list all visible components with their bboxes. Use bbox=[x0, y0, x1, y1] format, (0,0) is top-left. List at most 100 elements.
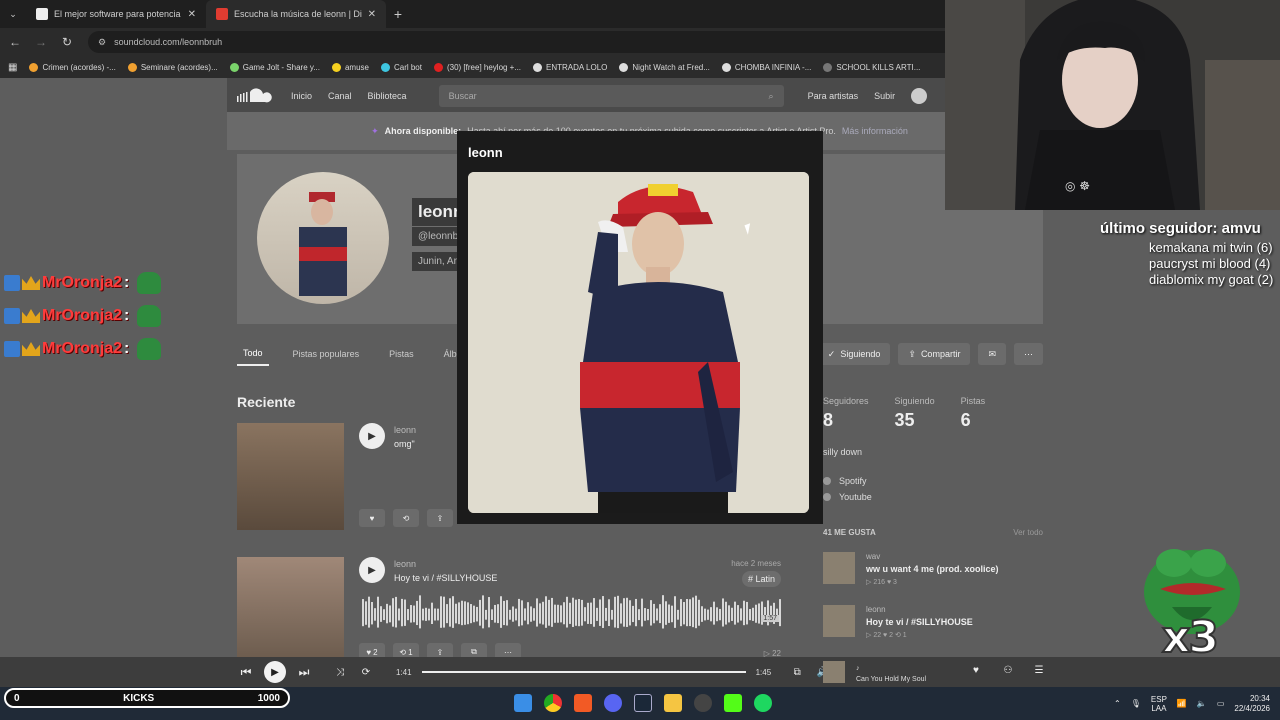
microphone-icon[interactable]: 🎙 bbox=[1131, 699, 1141, 708]
nav-canal[interactable]: Canal bbox=[328, 91, 352, 101]
site-info-icon[interactable]: ⚙ bbox=[98, 37, 106, 48]
track-title[interactable]: Hoy te vi / #SILLYHOUSE bbox=[394, 573, 497, 583]
new-tab-icon[interactable]: + bbox=[386, 6, 410, 22]
back-icon[interactable]: ← bbox=[6, 35, 24, 49]
tray-chevron-icon[interactable]: ⌃ bbox=[1114, 699, 1121, 708]
for-artists-link[interactable]: Para artistas bbox=[808, 91, 859, 101]
repeat-icon[interactable]: ⟳ bbox=[356, 667, 376, 678]
see-all-link[interactable]: Ver todo bbox=[1013, 528, 1043, 537]
spotify-icon[interactable] bbox=[754, 694, 772, 712]
tab-popular-tracks[interactable]: Pistas populares bbox=[287, 343, 366, 365]
bookmark-item[interactable]: CHOMBA INFINIA -... bbox=[721, 62, 811, 72]
liked-track-artwork[interactable] bbox=[823, 552, 855, 584]
more-button[interactable]: ⋯ bbox=[1014, 343, 1043, 365]
tab-close-icon[interactable]: ✕ bbox=[188, 9, 196, 20]
tab-search-icon[interactable]: ⌄ bbox=[0, 9, 26, 20]
shuffle-icon[interactable]: ⤨ bbox=[330, 667, 350, 678]
steam-icon[interactable] bbox=[634, 694, 652, 712]
track-waveform[interactable] bbox=[362, 595, 782, 637]
bookmark-item[interactable]: Night Watch at Fred... bbox=[619, 62, 710, 72]
more-icon[interactable]: ⋯ bbox=[495, 643, 521, 657]
liked-track-artwork[interactable] bbox=[823, 605, 855, 637]
share-button[interactable]: ⇪ Compartir bbox=[898, 343, 971, 365]
browser-tab-2[interactable]: Escucha la música de leonn | Di ✕ bbox=[206, 0, 386, 28]
like-icon[interactable]: ♥ bbox=[966, 665, 986, 676]
stat-followers[interactable]: Seguidores 8 bbox=[823, 396, 869, 431]
chat-username: MrOronja2 bbox=[42, 274, 123, 291]
stat-tracks[interactable]: Pistas 6 bbox=[961, 396, 986, 431]
mini-player-icon[interactable]: ⧉ bbox=[787, 667, 807, 678]
upload-link[interactable]: Subir bbox=[874, 91, 895, 101]
tab-todo[interactable]: Todo bbox=[237, 342, 269, 366]
nav-inicio[interactable]: Inicio bbox=[291, 91, 312, 101]
follow-icon[interactable]: ⚇ bbox=[998, 665, 1018, 676]
soundcloud-logo-icon[interactable] bbox=[237, 88, 277, 104]
user-avatar[interactable] bbox=[911, 88, 928, 104]
repost-icon[interactable]: ⟲ bbox=[393, 509, 419, 527]
stat-following[interactable]: Siguiendo 35 bbox=[895, 396, 935, 431]
apps-icon[interactable]: ▦ bbox=[8, 62, 17, 73]
bookmark-item[interactable]: Game Jolt - Share y... bbox=[229, 62, 320, 72]
track-artwork[interactable] bbox=[237, 423, 344, 530]
like-icon[interactable]: ♥ 2 bbox=[359, 643, 385, 657]
kick-icon[interactable] bbox=[724, 694, 742, 712]
tab-tracks[interactable]: Pistas bbox=[383, 343, 420, 365]
following-button[interactable]: ✓ Siguiendo bbox=[817, 343, 891, 365]
previous-icon[interactable]: ⏮ bbox=[236, 665, 256, 680]
link-youtube[interactable]: Youtube bbox=[823, 492, 872, 502]
banner-more-link[interactable]: Más información bbox=[842, 126, 908, 136]
tab-close-icon[interactable]: ✕ bbox=[368, 9, 376, 20]
waveform-bar bbox=[554, 604, 556, 623]
share-icon[interactable]: ⇪ bbox=[427, 643, 453, 657]
liked-track[interactable]: wav ww u want 4 me (prod. xoolice) ▷ 216… bbox=[823, 552, 1043, 592]
bookmark-item[interactable]: Carl bot bbox=[380, 62, 422, 72]
battery-icon[interactable]: ▭ bbox=[1217, 699, 1225, 708]
play-button[interactable]: ▶ bbox=[264, 661, 286, 683]
track-title[interactable]: omg" bbox=[394, 439, 415, 449]
link-spotify[interactable]: Spotify bbox=[823, 476, 872, 486]
bookmark-item[interactable]: ENTRADA LOLO bbox=[533, 62, 607, 72]
liked-track[interactable]: leonn Hoy te vi / #SILLYHOUSE ▷ 22 ♥ 2 ⟲… bbox=[823, 605, 1043, 645]
clock[interactable]: 20:34 22/4/2026 bbox=[1234, 694, 1270, 714]
browser-tab-1[interactable]: El mejor software para potencia ✕ bbox=[26, 0, 206, 28]
bookmark-item[interactable]: amuse bbox=[331, 62, 369, 72]
wifi-icon[interactable]: 📶 bbox=[1177, 699, 1187, 708]
progress-bar[interactable] bbox=[421, 671, 746, 673]
nav-biblioteca[interactable]: Biblioteca bbox=[368, 91, 407, 101]
language-indicator[interactable]: ESP LAA bbox=[1151, 695, 1167, 713]
volume-icon[interactable]: 🔈 bbox=[1197, 699, 1207, 708]
now-playing-artwork[interactable] bbox=[823, 661, 845, 683]
file-explorer-icon[interactable] bbox=[664, 694, 682, 712]
track-artwork[interactable] bbox=[237, 557, 344, 657]
track-genre-tag[interactable]: # Latin bbox=[741, 571, 781, 587]
track-artist[interactable]: leonn bbox=[394, 559, 416, 569]
crown-badge-icon bbox=[22, 342, 40, 356]
share-icon[interactable]: ⇪ bbox=[427, 509, 453, 527]
bookmark-item[interactable]: SCHOOL KILLS ARTI... bbox=[823, 62, 920, 72]
address-bar[interactable]: ⚙ soundcloud.com/leonnbruh bbox=[88, 31, 968, 53]
like-icon[interactable]: ♥ bbox=[359, 509, 385, 527]
bookmark-item[interactable]: Crimen (acordes) -... bbox=[29, 62, 116, 72]
play-button[interactable]: ▶ bbox=[359, 423, 385, 449]
next-icon[interactable]: ⏭ bbox=[294, 665, 314, 680]
obs-icon[interactable] bbox=[694, 694, 712, 712]
repost-icon[interactable]: ⟲ 1 bbox=[393, 643, 419, 657]
track-artist[interactable]: leonn bbox=[394, 425, 416, 435]
reload-icon[interactable]: ↻ bbox=[58, 35, 76, 49]
message-button[interactable]: ✉ bbox=[978, 343, 1006, 365]
bookmark-item[interactable]: (30) [free] heylog +... bbox=[433, 62, 521, 72]
search-input[interactable]: Buscar ⌕ bbox=[438, 85, 784, 107]
chrome-icon[interactable] bbox=[544, 694, 562, 712]
chat-message: MrOronja2: bbox=[4, 272, 162, 294]
play-button[interactable]: ▶ bbox=[359, 557, 385, 583]
queue-icon[interactable]: ☰ bbox=[1029, 665, 1049, 676]
profile-avatar[interactable] bbox=[257, 172, 389, 304]
discord-icon[interactable] bbox=[604, 694, 622, 712]
copy-icon[interactable]: ⧉ bbox=[461, 643, 487, 657]
now-playing-info[interactable]: ♪ Can You Hold My Soul bbox=[856, 663, 926, 685]
bookmark-item[interactable]: Seminare (acordes)... bbox=[127, 62, 218, 72]
windows-start-icon[interactable] bbox=[514, 694, 532, 712]
brave-icon[interactable] bbox=[574, 694, 592, 712]
search-icon[interactable]: ⌕ bbox=[769, 91, 774, 102]
forward-icon[interactable]: → bbox=[32, 35, 50, 49]
